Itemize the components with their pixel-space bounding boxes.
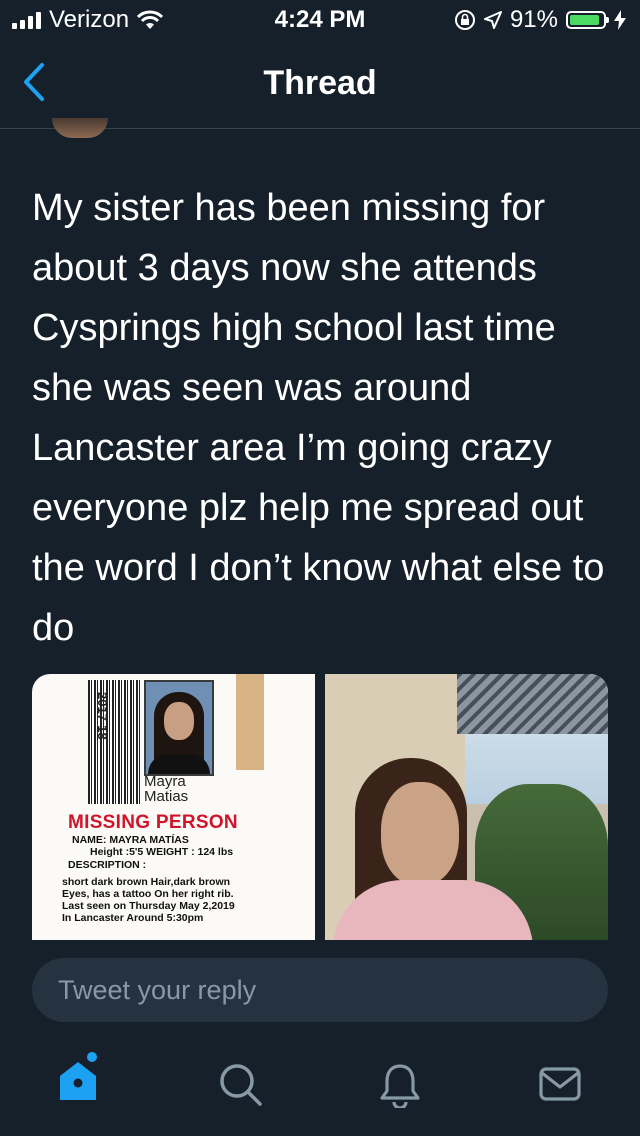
envelope-icon [539, 1067, 581, 1101]
tab-bar [0, 1040, 640, 1136]
id-photo [144, 680, 214, 776]
search-icon [220, 1064, 262, 1106]
flyer-desc-line: short dark brown Hair,dark brown [62, 876, 231, 888]
tab-home[interactable] [56, 1052, 104, 1108]
battery-icon [566, 11, 609, 29]
flyer-desc-line: Last seen on Thursday May 2,2019 [62, 900, 235, 912]
missing-person-flyer-image[interactable]: 2017-18 Mayra Matias MISSING PERSON NAME… [32, 674, 315, 940]
status-bar: Verizon 4:24 PM 91% [0, 0, 640, 40]
id-year-label: 2017-18 [95, 692, 110, 740]
location-arrow-icon [483, 11, 502, 29]
id-name-last: Matias [144, 788, 189, 805]
flyer-height-weight: Height :5'5 WEIGHT : 124 lbs [90, 846, 234, 858]
bell-icon [380, 1064, 420, 1110]
reply-input[interactable]: Tweet your reply [32, 958, 608, 1022]
tweet-text: My sister has been missing for about 3 d… [32, 187, 605, 649]
portrait-photo[interactable] [325, 674, 608, 940]
tab-search[interactable] [216, 1060, 264, 1108]
flyer-desc-line: Eyes, has a tattoo On her right rib. [62, 888, 234, 900]
flyer-desc-line: In Lancaster Around 5:30pm [62, 912, 204, 924]
id-name: Mayra Matias [144, 774, 188, 804]
status-right: 91% [454, 6, 626, 34]
id-name-first: Mayra [144, 773, 186, 790]
flyer-backdrop [236, 674, 264, 770]
nav-bar: Thread [0, 40, 640, 129]
home-icon [60, 1052, 97, 1100]
tab-notifications[interactable] [376, 1060, 424, 1110]
page-title: Thread [263, 64, 377, 102]
rotation-lock-icon [454, 10, 475, 30]
tab-messages[interactable] [536, 1060, 584, 1108]
flyer-name-line: NAME: MAYRA MATÍAS [72, 834, 189, 846]
flyer-heading: MISSING PERSON [68, 812, 238, 833]
avatar[interactable] [52, 118, 108, 138]
battery-percent: 91% [509, 6, 558, 33]
charging-bolt-icon [614, 10, 626, 30]
tweet-media: 2017-18 Mayra Matias MISSING PERSON NAME… [32, 674, 608, 940]
flyer-description-label: DESCRIPTION : [68, 859, 147, 871]
